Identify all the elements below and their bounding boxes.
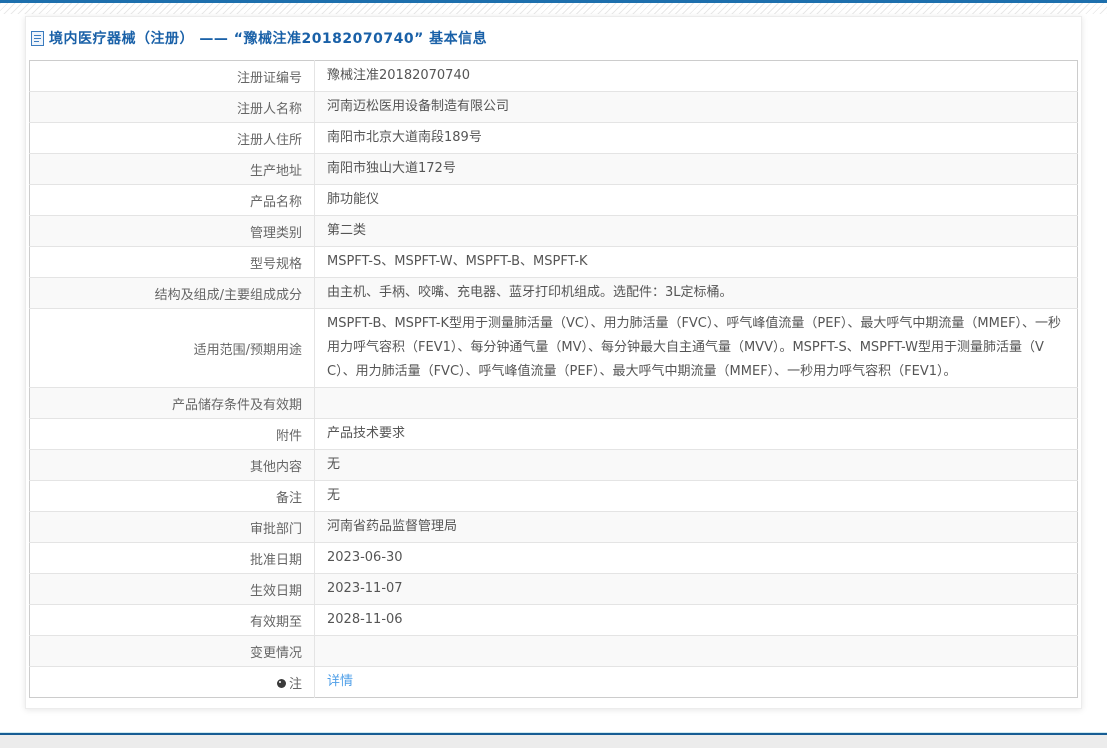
table-row: 适用范围/预期用途 MSPFT-B、MSPFT-K型用于测量肺活量（VC）、用力… xyxy=(29,308,1078,388)
document-icon xyxy=(31,30,44,46)
page-title: 境内医疗器械（注册） —— “豫械注准20182070740” 基本信息 xyxy=(49,31,488,47)
row-value: 南阳市独山大道172号 xyxy=(327,161,456,176)
row-value: 详情 xyxy=(315,667,1078,698)
table-row: 注册人住所 南阳市北京大道南段189号 xyxy=(29,122,1078,154)
row-value: 第二类 xyxy=(327,223,367,238)
row-value: MSPFT-S、MSPFT-W、MSPFT-B、MSPFT-K xyxy=(327,254,588,269)
row-value: 肺功能仪 xyxy=(327,192,380,207)
row-label: 注册人名称 xyxy=(29,91,315,123)
row-value xyxy=(315,388,1078,419)
table-row: 变更情况 xyxy=(29,635,1078,667)
row-label: 生效日期 xyxy=(29,573,315,605)
title-bar: 境内医疗器械（注册） —— “豫械注准20182070740” 基本信息 xyxy=(26,17,1081,57)
table-row: 注册人名称 河南迈松医用设备制造有限公司 xyxy=(29,91,1078,123)
table-row: 注 详情 xyxy=(29,666,1078,698)
row-label: 型号规格 xyxy=(29,246,315,278)
table-row: 产品名称 肺功能仪 xyxy=(29,184,1078,216)
row-value: 无 xyxy=(327,488,341,503)
row-label: 批准日期 xyxy=(29,542,315,574)
row-label: 生产地址 xyxy=(29,153,315,185)
info-table-body: 注册证编号 豫械注准20182070740 注册人名称 河南迈松医用设备制造有限… xyxy=(29,60,1078,698)
row-label: 适用范围/预期用途 xyxy=(29,308,315,388)
footer-band xyxy=(0,735,1107,748)
row-value: 2028-11-06 xyxy=(327,612,403,627)
table-row: 生效日期 2023-11-07 xyxy=(29,573,1078,605)
row-label: 产品储存条件及有效期 xyxy=(29,387,315,419)
row-label: 注册人住所 xyxy=(29,122,315,154)
table-row: 审批部门 河南省药品监督管理局 xyxy=(29,511,1078,543)
table-row: 备注 无 xyxy=(29,480,1078,512)
table-row: 型号规格 MSPFT-S、MSPFT-W、MSPFT-B、MSPFT-K xyxy=(29,246,1078,278)
row-value: 豫械注准20182070740 xyxy=(327,68,470,83)
table-row: 其他内容 无 xyxy=(29,449,1078,481)
row-label: 结构及组成/主要组成成分 xyxy=(29,277,315,309)
row-label: 产品名称 xyxy=(29,184,315,216)
table-row: 生产地址 南阳市独山大道172号 xyxy=(29,153,1078,185)
row-label: 有效期至 xyxy=(29,604,315,636)
content-card: 境内医疗器械（注册） —— “豫械注准20182070740” 基本信息 注册证… xyxy=(25,16,1082,709)
table-row: 附件 产品技术要求 xyxy=(29,418,1078,450)
row-value: 2023-11-07 xyxy=(327,581,403,596)
row-value: 由主机、手柄、咬嘴、充电器、蓝牙打印机组成。选配件：3L定标桶。 xyxy=(327,285,733,300)
stripe-pattern-band xyxy=(0,3,1107,14)
row-value: 南阳市北京大道南段189号 xyxy=(327,130,482,145)
row-value: 2023-06-30 xyxy=(327,550,403,565)
row-value: MSPFT-B、MSPFT-K型用于测量肺活量（VC）、用力肺活量（FVC）、呼… xyxy=(327,316,1062,379)
row-label: 附件 xyxy=(29,418,315,450)
row-label: 备注 xyxy=(29,480,315,512)
details-link[interactable]: 详情 xyxy=(327,674,353,689)
table-row: 管理类别 第二类 xyxy=(29,215,1078,247)
row-value: 产品技术要求 xyxy=(327,426,406,441)
table-row: 注册证编号 豫械注准20182070740 xyxy=(29,60,1078,92)
table-row: 有效期至 2028-11-06 xyxy=(29,604,1078,636)
row-value: 河南迈松医用设备制造有限公司 xyxy=(327,99,510,114)
table-row: 结构及组成/主要组成成分 由主机、手柄、咬嘴、充电器、蓝牙打印机组成。选配件：3… xyxy=(29,277,1078,309)
table-row: 产品储存条件及有效期 xyxy=(29,387,1078,419)
row-value: 无 xyxy=(327,457,341,472)
row-label: 变更情况 xyxy=(29,635,315,667)
row-label: 其他内容 xyxy=(29,449,315,481)
registration-info-table: 注册证编号 豫械注准20182070740 注册人名称 河南迈松医用设备制造有限… xyxy=(29,60,1078,698)
row-label: 管理类别 xyxy=(29,215,315,247)
row-label: 注 xyxy=(29,666,315,698)
row-value: 河南省药品监督管理局 xyxy=(327,519,458,534)
row-label: 注册证编号 xyxy=(29,60,315,92)
row-value xyxy=(315,636,1078,667)
row-label: 审批部门 xyxy=(29,511,315,543)
bulb-icon xyxy=(276,678,286,688)
table-row: 批准日期 2023-06-30 xyxy=(29,542,1078,574)
